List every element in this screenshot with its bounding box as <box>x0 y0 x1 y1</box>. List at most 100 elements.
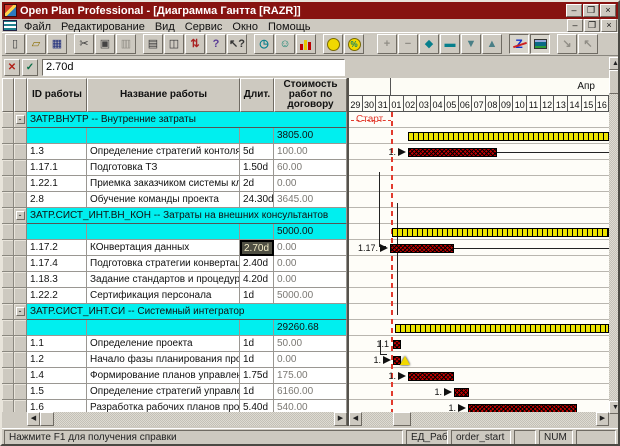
task-duration-cell[interactable]: 5.40d <box>240 400 274 412</box>
mdi-close-button[interactable]: × <box>601 19 617 32</box>
cut-button[interactable]: ✂ <box>74 34 94 54</box>
table-scroll-left-button[interactable]: ◀ <box>27 412 40 426</box>
task-name-cell[interactable]: Задание стандартов и процедур по д <box>87 272 240 288</box>
task-row[interactable]: 1.17.4Подготовка стратегии конвертации2.… <box>2 256 347 272</box>
task-id-cell[interactable]: 1.22.2 <box>27 288 87 304</box>
task-bar[interactable] <box>408 372 454 381</box>
zigzag-button[interactable]: Z <box>509 34 529 54</box>
task-row[interactable]: 1.17.2КОнвертация данных2.70d0.00 <box>2 240 347 256</box>
paste-button[interactable]: ▥ <box>116 34 136 54</box>
task-name-cell[interactable]: Определение стратегий управления р <box>87 384 240 400</box>
task-cost-cell[interactable]: 0.00 <box>274 352 347 368</box>
save-button[interactable]: ▦ <box>47 34 67 54</box>
task-duration-cell[interactable] <box>240 320 274 336</box>
task-row[interactable]: 1.1Определение проекта1d50.00 <box>2 336 347 352</box>
cancel-edit-button[interactable]: ✕ <box>4 59 20 76</box>
task-name-cell[interactable]: КОнвертация данных <box>87 240 240 256</box>
vertical-scroll-track[interactable] <box>609 70 620 401</box>
summary-row[interactable]: 3805.00 <box>2 128 347 144</box>
task-id-cell[interactable]: 1.6 <box>27 400 87 412</box>
task-bar[interactable] <box>468 404 577 412</box>
task-name-cell[interactable]: Определение проекта <box>87 336 240 352</box>
gantt-chart-area[interactable]: Старт1.1.17.1.11.1.1.1. <box>349 112 609 412</box>
group-row[interactable]: -ЗАТР.СИСТ_ИНТ.СИ -- Системный интеграто… <box>2 304 347 320</box>
vertical-scroll-thumb[interactable] <box>609 70 620 94</box>
task-cost-cell[interactable]: 5000.00 <box>274 224 347 240</box>
table-scroll-thumb[interactable] <box>40 412 54 426</box>
group-row[interactable]: -ЗАТР.СИСТ_ИНТ.ВН_КОН -- Затраты на внеш… <box>2 208 347 224</box>
table-scroll-track[interactable] <box>40 412 334 426</box>
task-duration-cell[interactable]: 4.20d <box>240 272 274 288</box>
new-button[interactable]: ▯ <box>5 34 25 54</box>
task-row[interactable]: 1.5Определение стратегий управления р1d6… <box>2 384 347 400</box>
cost-coin-button[interactable] <box>323 34 343 54</box>
task-name-cell[interactable]: Подготовка стратегии конвертации <box>87 256 240 272</box>
move-up-button[interactable]: ▲ <box>482 34 502 54</box>
task-cost-cell[interactable]: 175.00 <box>274 368 347 384</box>
menu-редактирование[interactable]: Редактирование <box>56 21 150 33</box>
link-fwd-button[interactable]: ↘ <box>557 34 577 54</box>
task-cost-cell[interactable]: 540.00 <box>274 400 347 412</box>
task-cost-cell[interactable]: 0.00 <box>274 240 347 256</box>
summary-bar[interactable] <box>395 324 609 333</box>
histogram-button[interactable] <box>296 34 316 54</box>
task-duration-cell[interactable]: 2.40d <box>240 256 274 272</box>
task-cost-cell[interactable]: 0.00 <box>274 272 347 288</box>
task-duration-cell[interactable]: 1.75d <box>240 368 274 384</box>
link-back-button[interactable]: ↖ <box>578 34 598 54</box>
task-duration-cell[interactable]: 1d <box>240 336 274 352</box>
move-down-button[interactable]: ▼ <box>461 34 481 54</box>
task-name-cell[interactable]: Начало фазы планирования проекта <box>87 352 240 368</box>
task-row[interactable]: 1.18.3Задание стандартов и процедур по д… <box>2 272 347 288</box>
vertical-scrollbar[interactable]: ▲ ▼ <box>609 57 620 414</box>
task-name-cell[interactable] <box>87 128 240 144</box>
task-name-cell[interactable]: Формирование планов управления <box>87 368 240 384</box>
task-id-cell[interactable]: 1.2 <box>27 352 87 368</box>
minimize-button[interactable]: – <box>566 4 582 17</box>
help-button[interactable]: ? <box>206 34 226 54</box>
task-id-cell[interactable]: 1.17.1 <box>27 160 87 176</box>
task-id-cell[interactable] <box>27 128 87 144</box>
exchange-button[interactable]: ⇅ <box>185 34 205 54</box>
task-cost-cell[interactable]: 29260.68 <box>274 320 347 336</box>
task-id-cell[interactable]: 2.8 <box>27 192 87 208</box>
task-row[interactable]: 1.3Определение стратегий контоля и отч5d… <box>2 144 347 160</box>
task-id-cell[interactable]: 1.1 <box>27 336 87 352</box>
mdi-minimize-button[interactable]: – <box>567 19 583 32</box>
task-name-cell[interactable]: Подготовка ТЗ <box>87 160 240 176</box>
summary-row[interactable]: 5000.00 <box>2 224 347 240</box>
task-cost-cell[interactable]: 6160.00 <box>274 384 347 400</box>
task-duration-cell[interactable]: 1d <box>240 352 274 368</box>
print-button[interactable]: ▤ <box>143 34 163 54</box>
selected-duration-cell[interactable]: 2.70d <box>240 240 274 256</box>
table-horizontal-scrollbar[interactable]: ◀ ▶ <box>2 412 347 426</box>
menu-помощь[interactable]: Помощь <box>263 21 316 33</box>
screen-button[interactable] <box>530 34 550 54</box>
task-id-cell[interactable]: 1.18.3 <box>27 272 87 288</box>
task-bar[interactable] <box>393 340 401 349</box>
task-id-cell[interactable]: 1.3 <box>27 144 87 160</box>
task-row[interactable]: 1.22.1Приемка заказчиком системы клиент2… <box>2 176 347 192</box>
task-row[interactable]: 2.8Обучение команды проекта24.30d3645.00 <box>2 192 347 208</box>
summary-bar[interactable] <box>392 228 609 237</box>
context-help-button[interactable]: ↖? <box>227 34 247 54</box>
menu-файл[interactable]: Файл <box>19 21 56 33</box>
task-duration-cell[interactable]: 2d <box>240 176 274 192</box>
gantt-scroll-right-button[interactable]: ▶ <box>596 412 609 426</box>
scroll-up-button[interactable]: ▲ <box>609 57 620 70</box>
open-button[interactable]: ▱ <box>26 34 46 54</box>
task-name-cell[interactable] <box>87 224 240 240</box>
task-duration-cell[interactable]: 1d <box>240 384 274 400</box>
task-name-cell[interactable]: Разработка рабочих планов проекта <box>87 400 240 412</box>
task-row[interactable]: 1.17.1Подготовка ТЗ1.50d60.00 <box>2 160 347 176</box>
task-cost-cell[interactable]: 60.00 <box>274 160 347 176</box>
menu-вид[interactable]: Вид <box>150 21 180 33</box>
task-duration-cell[interactable] <box>240 224 274 240</box>
mdi-restore-button[interactable]: ❐ <box>584 19 600 32</box>
task-id-cell[interactable] <box>27 224 87 240</box>
copy-button[interactable]: ▣ <box>95 34 115 54</box>
task-bar[interactable] <box>454 388 469 397</box>
task-cost-cell[interactable]: 50.00 <box>274 336 347 352</box>
task-cost-cell[interactable]: 0.00 <box>274 256 347 272</box>
task-id-cell[interactable] <box>27 320 87 336</box>
